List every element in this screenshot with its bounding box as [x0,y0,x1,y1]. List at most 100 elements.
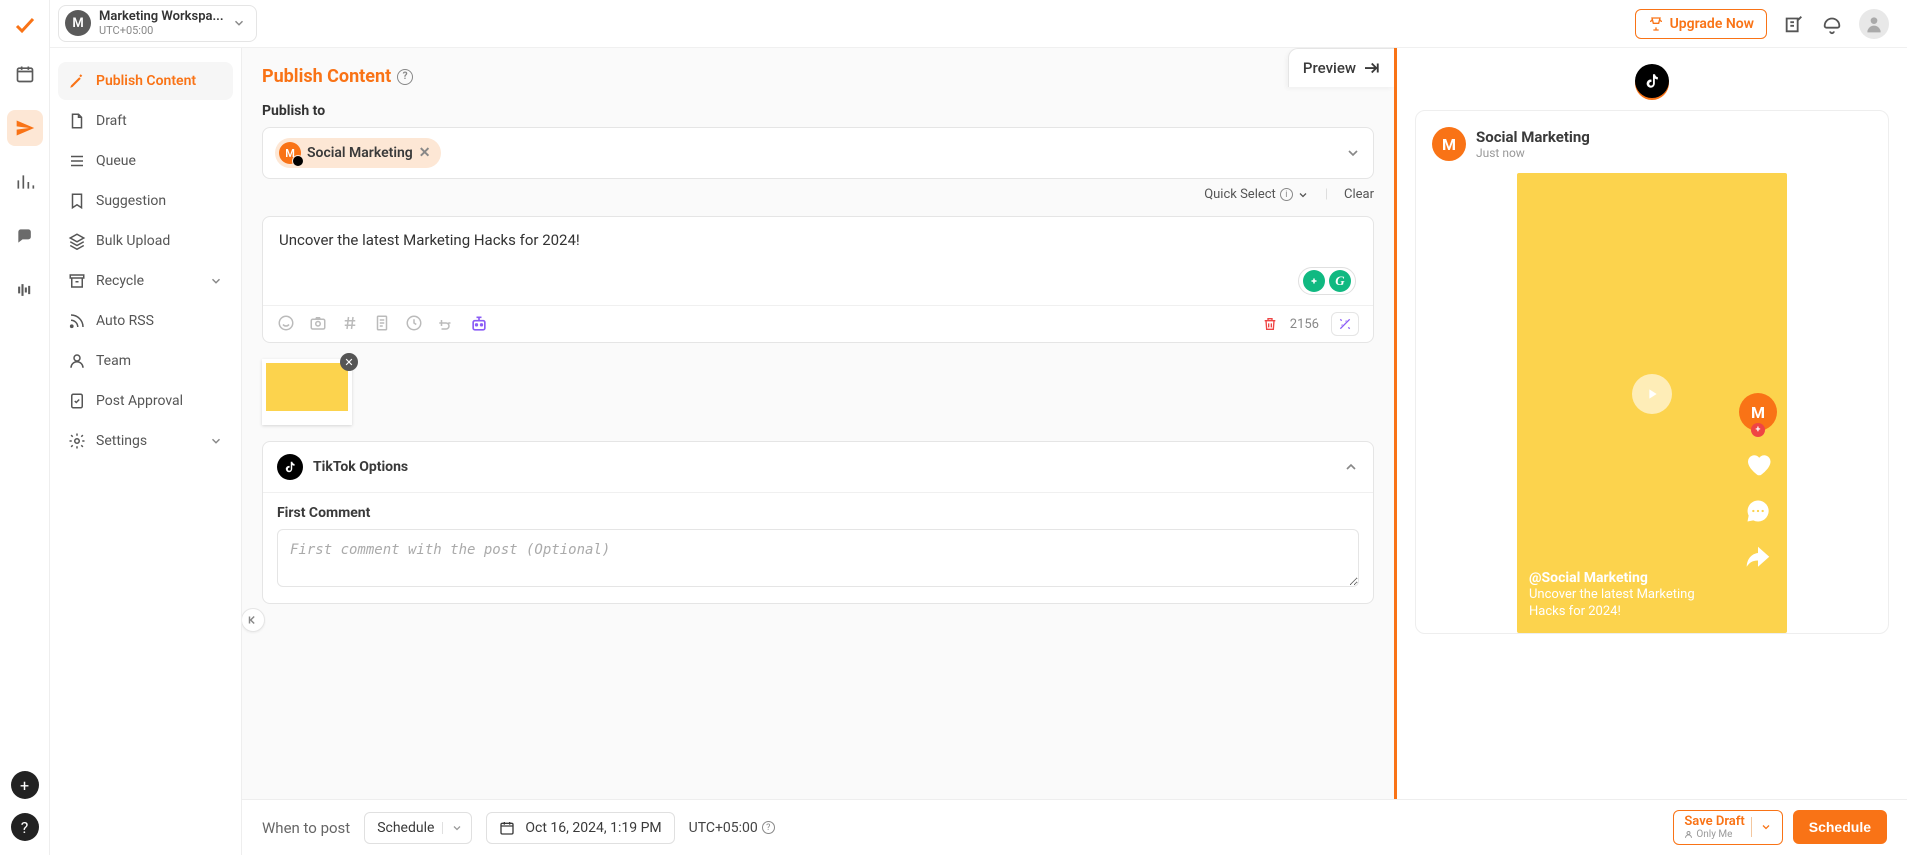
publish-to-label: Publish to [262,103,1374,119]
file-icon [68,112,86,130]
remove-account-icon[interactable]: ✕ [419,145,431,161]
tiktok-badge-icon [292,155,304,167]
post-body-input[interactable]: Uncover the latest Marketing Hacks for 2… [263,217,1373,305]
help-icon[interactable]: ? [397,69,413,85]
bell-icon[interactable] [1821,13,1843,35]
layers-icon [68,232,86,250]
plug-icon[interactable] [437,314,455,334]
sidebar-item-recycle[interactable]: Recycle [58,262,233,300]
tiktok-options-card: TikTok Options First Comment [262,441,1374,604]
pencil-icon [68,72,86,90]
preview-profile-avatar[interactable]: M+ [1739,393,1777,431]
gear-icon [68,432,86,450]
sidebar-item-bulk-upload[interactable]: Bulk Upload [58,222,233,260]
preview-pane: M Social Marketing Just now M+ [1397,48,1907,799]
heart-icon[interactable] [1743,449,1773,479]
schedule-button[interactable]: Schedule [1793,810,1887,844]
datetime-picker[interactable]: Oct 16, 2024, 1:19 PM [486,812,674,844]
sidebar-item-draft[interactable]: Draft [58,102,233,140]
preview-tab-tiktok[interactable] [1635,64,1669,98]
remove-attachment-icon[interactable]: ✕ [340,353,358,371]
sidebar-item-label: Settings [96,433,147,449]
workspace-timezone: UTC+05:00 [99,25,224,37]
template-icon[interactable] [373,314,391,334]
sidebar-item-publish[interactable]: Publish Content [58,62,233,100]
grammarly-g-icon: G [1329,270,1351,292]
ai-robot-icon[interactable] [469,314,489,334]
save-draft-button[interactable]: Save Draft Only Me [1673,810,1782,845]
sidebar-item-settings[interactable]: Settings [58,422,233,460]
rail-chat-icon[interactable] [7,218,43,254]
hashtag-icon[interactable] [341,314,359,334]
when-to-post-label: When to post [262,819,350,837]
workspace-switcher[interactable]: M Marketing Workspa... UTC+05:00 [58,5,257,41]
schedule-mode-select[interactable]: Schedule [364,812,472,844]
delete-icon[interactable] [1262,316,1278,332]
sidebar-item-queue[interactable]: Queue [58,142,233,180]
compose-panel: Publish Content ? Preview Publish to M [242,48,1397,799]
rail-publish-icon[interactable] [7,110,43,146]
clear-button[interactable]: Clear [1344,187,1374,202]
upgrade-label: Upgrade Now [1670,16,1754,32]
user-icon [68,352,86,370]
char-counter: 2156 [1290,317,1319,332]
rail-help-button[interactable]: ? [11,813,39,841]
preview-avatar: M [1432,127,1466,161]
chevron-down-icon [232,16,246,30]
preview-account-name: Social Marketing [1476,128,1590,146]
queue-icon [68,152,86,170]
sidebar-item-team[interactable]: Team [58,342,233,380]
sidebar-item-label: Queue [96,153,136,169]
sidebar-item-suggestion[interactable]: Suggestion [58,182,233,220]
upgrade-button[interactable]: Upgrade Now [1635,9,1767,39]
attachment-row: ✕ [242,351,1394,441]
account-name: Social Marketing [307,145,413,161]
chevron-down-icon [209,434,223,448]
sidebar-item-label: Bulk Upload [96,233,170,249]
rss-icon [68,312,86,330]
grammarly-widget[interactable]: G [1298,267,1356,295]
collapse-sidebar-button[interactable] [242,608,265,632]
sidebar-item-label: Team [96,353,131,369]
first-comment-input[interactable] [277,529,1359,587]
rail-analytics-icon[interactable] [7,164,43,200]
main-area: Publish Content ? Preview Publish to M [242,48,1907,799]
workspace-name: Marketing Workspa... [99,10,224,24]
comment-icon[interactable] [1744,497,1772,525]
footer-timezone: UTC+05:00 ? [689,820,775,836]
bookmark-icon [68,192,86,210]
preview-handle: @Social Marketing [1529,569,1731,587]
workspace-avatar: M [65,10,91,36]
first-comment-label: First Comment [277,505,1359,521]
quick-select-button[interactable]: Quick Select i [1204,187,1309,202]
clock-icon[interactable] [405,314,423,334]
sidebar-item-approval[interactable]: Post Approval [58,382,233,420]
emoji-icon[interactable] [277,314,295,334]
account-chip[interactable]: M Social Marketing ✕ [275,138,441,168]
sidebar-item-label: Suggestion [96,193,166,209]
follow-plus-icon: + [1751,423,1765,437]
sidebar-item-autorss[interactable]: Auto RSS [58,302,233,340]
help-icon[interactable]: ? [762,821,775,834]
top-header: M Marketing Workspa... UTC+05:00 Upgrade… [50,0,1907,48]
icon-rail: + ? [0,0,50,855]
account-dropdown-icon[interactable] [1345,145,1361,161]
play-icon[interactable] [1632,374,1672,414]
rail-bars-icon[interactable] [7,272,43,308]
sidebar-item-label: Auto RSS [96,313,154,329]
chevron-up-icon[interactable] [1343,459,1359,475]
sidebar: Publish Content Draft Queue Suggestion B… [50,48,242,855]
page-title: Publish Content ? [262,66,413,87]
magic-wand-icon[interactable] [1331,312,1359,336]
approval-icon [68,392,86,410]
sidebar-item-label: Recycle [96,273,144,289]
compose-note-icon[interactable] [1783,13,1805,35]
share-icon[interactable] [1743,543,1773,573]
preview-toggle-button[interactable]: Preview [1288,48,1394,87]
rail-calendar-icon[interactable] [7,56,43,92]
post-editor: Uncover the latest Marketing Hacks for 2… [262,216,1374,343]
camera-icon[interactable] [309,314,327,334]
rail-add-button[interactable]: + [11,771,39,799]
user-avatar[interactable] [1859,9,1889,39]
attachment-thumb[interactable]: ✕ [262,359,352,425]
